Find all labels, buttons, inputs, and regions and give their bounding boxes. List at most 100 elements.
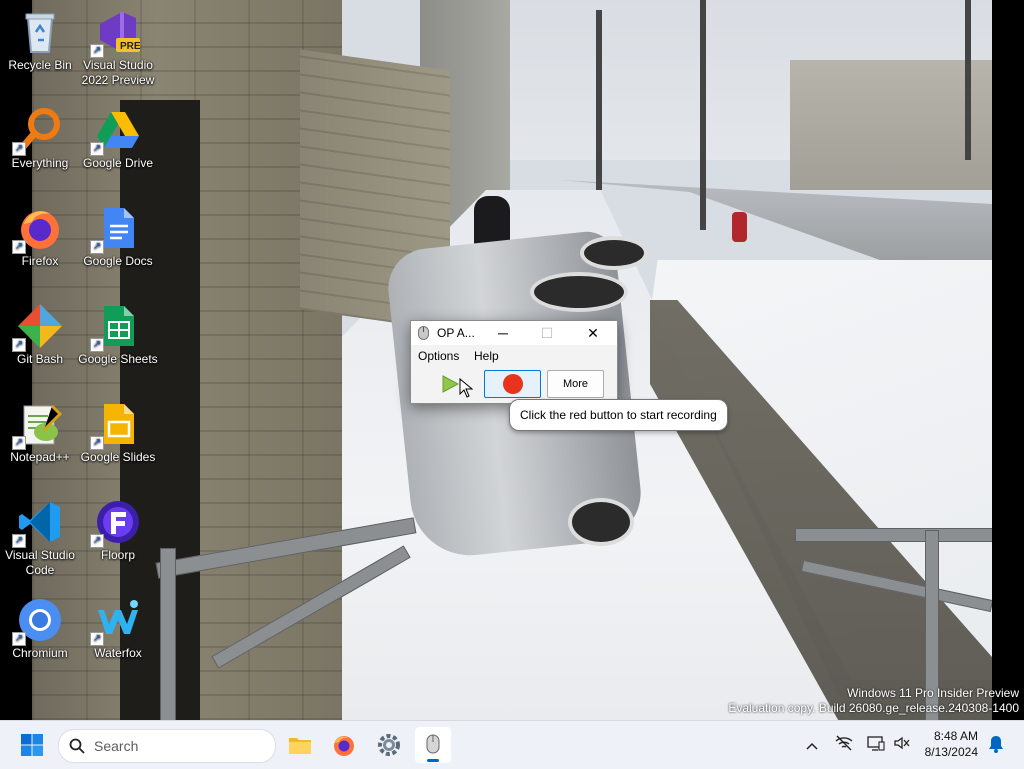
wallpaper-buildings xyxy=(790,60,992,190)
desktop-icon-git-bash[interactable]: ↗ Git Bash xyxy=(0,302,80,367)
wallpaper-hydrant xyxy=(732,212,747,242)
maximize-button[interactable]: ☐ xyxy=(525,321,569,345)
taskbar: Search 8:48 AM 8/13/2024 xyxy=(0,720,1024,769)
windows-watermark: Windows 11 Pro Insider Preview Evaluatio… xyxy=(728,686,1019,716)
firefox-icon xyxy=(334,736,354,756)
menu-options[interactable]: Options xyxy=(418,349,459,363)
desktop-icon-label: Google Drive xyxy=(82,156,154,170)
desktop-icon-waterfox[interactable]: ↗ Waterfox xyxy=(78,596,158,661)
shortcut-arrow-icon: ↗ xyxy=(90,632,104,646)
waterfox-icon: ↗ xyxy=(90,596,142,646)
desktop-icon-label: Google Slides xyxy=(80,450,156,464)
watermark-edition: Windows 11 Pro Insider Preview xyxy=(847,686,1019,700)
mouse-app-icon xyxy=(418,326,429,345)
window-titlebar[interactable]: OP A... ─ ☐ ✕ xyxy=(411,321,617,345)
chevron-up-icon xyxy=(806,742,818,750)
shortcut-arrow-icon: ↗ xyxy=(90,44,104,58)
file-explorer-icon xyxy=(289,738,311,754)
search-icon xyxy=(69,738,85,754)
desktop-icon-recycle-bin[interactable]: Recycle Bin xyxy=(0,8,80,73)
chromium-icon: ↗ xyxy=(12,596,64,646)
shortcut-arrow-icon: ↗ xyxy=(12,534,26,548)
desktop-icon-chromium[interactable]: ↗ Chromium xyxy=(0,596,80,661)
desktop-icon-google-drive[interactable]: ↗ Google Drive xyxy=(78,106,158,171)
git-bash-icon: ↗ xyxy=(12,302,64,352)
menu-bar: Options Help xyxy=(411,346,617,366)
display-icon xyxy=(867,736,885,751)
desktop-icon-firefox[interactable]: ↗ Firefox xyxy=(0,204,80,269)
desktop-icon-everything[interactable]: ↗ Everything xyxy=(0,106,80,171)
firefox-icon: ↗ xyxy=(12,204,64,254)
wallpaper-lamp-post xyxy=(596,10,602,190)
desktop-icon-floorp[interactable]: ↗ Floorp xyxy=(78,498,158,563)
minimize-button[interactable]: ─ xyxy=(481,321,525,345)
everything-search-icon: ↗ xyxy=(12,106,64,156)
shortcut-arrow-icon: ↗ xyxy=(12,240,26,254)
desktop-icon-vscode[interactable]: ↗ Visual Studio Code xyxy=(0,498,80,578)
shortcut-arrow-icon: ↗ xyxy=(12,142,26,156)
record-icon xyxy=(503,374,523,394)
desktop-icon-label: Floorp xyxy=(100,548,135,562)
taskbar-firefox[interactable] xyxy=(326,727,362,763)
recycle-bin-icon xyxy=(16,8,64,56)
clock-date: 8/13/2024 xyxy=(924,745,978,759)
wallpaper-border-right xyxy=(992,0,1024,720)
record-button[interactable] xyxy=(484,370,541,398)
google-slides-icon: ↗ xyxy=(90,400,142,450)
desktop-icon-label: Google Sheets xyxy=(78,352,158,366)
shortcut-arrow-icon: ↗ xyxy=(90,240,104,254)
play-icon xyxy=(442,375,459,393)
desktop-icon-label: Firefox xyxy=(21,254,59,268)
start-button[interactable] xyxy=(20,733,44,757)
wallpaper-railing xyxy=(160,548,176,720)
wallpaper-tire xyxy=(568,498,634,546)
notepad-plus-plus-icon: ↗ xyxy=(12,400,64,450)
network-status[interactable] xyxy=(834,735,854,755)
close-button[interactable]: ✕ xyxy=(571,321,615,345)
taskbar-mouse-app[interactable] xyxy=(415,727,451,763)
watermark-build: Evaluation copy. Build 26080.ge_release.… xyxy=(728,701,1019,715)
desktop-icon-notepad-plus-plus[interactable]: ↗ Notepad++ xyxy=(0,400,80,465)
visual-studio-preview-icon: PRE ↗ xyxy=(90,8,142,58)
shortcut-arrow-icon: ↗ xyxy=(90,436,104,450)
more-button[interactable]: More xyxy=(547,370,604,398)
settings-gear-icon xyxy=(378,734,400,756)
desktop-icon-google-slides[interactable]: ↗ Google Slides xyxy=(78,400,158,465)
volume-muted-icon xyxy=(894,736,910,750)
shortcut-arrow-icon: ↗ xyxy=(12,436,26,450)
desktop-icon-label: Notepad++ xyxy=(10,450,70,464)
volume-status[interactable] xyxy=(892,735,912,755)
desktop-icon-visual-studio-preview[interactable]: PRE ↗ Visual Studio 2022 Preview xyxy=(78,8,158,88)
taskbar-search-box[interactable]: Search xyxy=(58,729,276,763)
wallpaper-lamp-post xyxy=(965,0,971,160)
desktop-icon-label: Chromium xyxy=(12,646,68,660)
mouse-cursor-icon xyxy=(459,378,473,398)
notification-bell-icon xyxy=(989,736,1003,753)
desktop-icon-label: Recycle Bin xyxy=(8,58,72,72)
show-hidden-icons-button[interactable] xyxy=(802,735,822,755)
desktop-icon-label: Waterfox xyxy=(94,646,142,660)
mouse-app-icon xyxy=(426,734,440,754)
wallpaper-tire xyxy=(530,272,628,312)
taskbar-settings[interactable] xyxy=(371,727,407,763)
floorp-icon: ↗ xyxy=(90,498,142,548)
menu-help[interactable]: Help xyxy=(474,349,499,363)
windows-logo-icon xyxy=(21,734,43,756)
shortcut-arrow-icon: ↗ xyxy=(90,142,104,156)
notifications-button[interactable] xyxy=(986,735,1006,755)
google-drive-icon: ↗ xyxy=(90,106,142,156)
play-button[interactable] xyxy=(423,370,477,398)
taskbar-file-explorer[interactable] xyxy=(282,727,318,763)
shortcut-arrow-icon: ↗ xyxy=(12,338,26,352)
record-tooltip: Click the red button to start recording xyxy=(509,399,728,431)
display-status[interactable] xyxy=(866,735,886,755)
google-sheets-icon: ↗ xyxy=(90,302,142,352)
desktop-icon-label: Google Docs xyxy=(83,254,153,268)
desktop-icon-google-docs[interactable]: ↗ Google Docs xyxy=(78,204,158,269)
shortcut-arrow-icon: ↗ xyxy=(12,632,26,646)
google-docs-icon: ↗ xyxy=(90,204,142,254)
shortcut-arrow-icon: ↗ xyxy=(90,338,104,352)
taskbar-clock[interactable]: 8:48 AM 8/13/2024 xyxy=(912,728,978,760)
desktop-icon-google-sheets[interactable]: ↗ Google Sheets xyxy=(78,302,158,367)
shortcut-arrow-icon: ↗ xyxy=(90,534,104,548)
